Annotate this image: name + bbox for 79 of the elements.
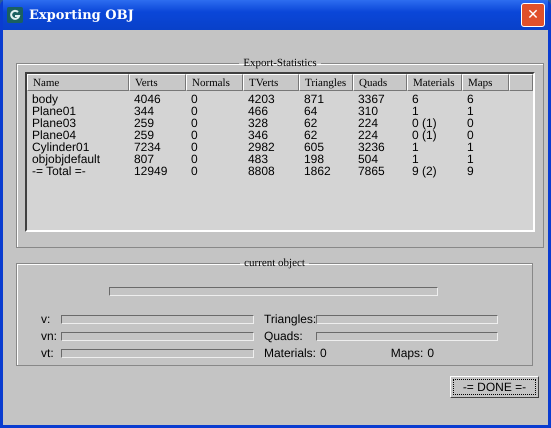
- table-cell-text: 0 (1): [411, 117, 438, 129]
- table-cell-text: 0: [190, 165, 199, 177]
- column-header[interactable]: Normals: [186, 74, 243, 91]
- group-title: Export-Statistics: [242, 57, 318, 69]
- table-cell-text: 7234: [133, 141, 162, 153]
- table-cell-text: 310: [357, 105, 380, 117]
- table-cell-text: 871: [303, 93, 326, 105]
- table-cell-text: Plane03: [31, 117, 78, 129]
- table-cell-text: 1: [411, 153, 420, 165]
- table-cell-text: 2982: [247, 141, 276, 153]
- table-cell-text: 0: [190, 105, 199, 117]
- field-label: vn:: [41, 331, 58, 342]
- table-cell-text: 346: [247, 129, 270, 141]
- column-header[interactable]: Triangles: [299, 74, 353, 91]
- table-cell-text: 344: [133, 105, 156, 117]
- table-cell-text: 0: [190, 93, 199, 105]
- table-cell-text: 259: [133, 117, 156, 129]
- table-cell-text: Cylinder01: [31, 141, 90, 153]
- field-label: v:: [41, 314, 52, 325]
- table-cell-text: 0: [190, 117, 199, 129]
- group-title: current object: [243, 257, 306, 269]
- table-cell-text: 9: [466, 165, 475, 177]
- table-cell-text: 8808: [247, 165, 276, 177]
- table-cell-text: 807: [133, 153, 156, 165]
- table-cell-text: Plane01: [31, 105, 78, 117]
- table-cell-text: 1: [466, 141, 475, 153]
- table-cell-text: 62: [303, 129, 318, 141]
- field-label: vt:: [41, 348, 55, 359]
- field-label: Quads:: [264, 331, 304, 342]
- table-cell-text: 3236: [357, 141, 386, 153]
- table-cell-text: 4046: [133, 93, 162, 105]
- table-cell-text: 0: [466, 117, 475, 129]
- field-value: 0: [320, 348, 327, 359]
- table-cell-text: 64: [303, 105, 318, 117]
- table-cell-text: 1: [466, 105, 475, 117]
- column-header[interactable]: Name: [27, 74, 129, 91]
- table-cell-text: 224: [357, 129, 380, 141]
- window-title: Exporting OBJ: [29, 8, 135, 22]
- table-cell-text: 0 (1): [411, 129, 438, 141]
- column-header[interactable]: TVerts: [243, 74, 299, 91]
- table-cell-text: 9 (2): [411, 165, 438, 177]
- table-cell-text: 1: [411, 141, 420, 153]
- table-cell-text: 1: [466, 153, 475, 165]
- app-icon: [7, 7, 23, 23]
- field-value: 0: [427, 348, 434, 359]
- table-cell-text: 4203: [247, 93, 276, 105]
- table-cell-text: 0: [190, 129, 199, 141]
- column-header[interactable]: Materials: [407, 74, 462, 91]
- table-cell-text: body: [31, 93, 60, 105]
- table-cell-text: Plane04: [31, 129, 78, 141]
- table-cell-text: 259: [133, 129, 156, 141]
- table-cell-text: 0: [190, 141, 199, 153]
- table-cell-text: 3367: [357, 93, 386, 105]
- table-cell-text: 224: [357, 117, 380, 129]
- column-header[interactable]: Quads: [353, 74, 407, 91]
- table-cell-text: 1862: [303, 165, 332, 177]
- table-cell-text: objobjdefault: [31, 153, 102, 165]
- field-label: Triangles:: [264, 314, 316, 325]
- field-label: Maps:: [390, 348, 424, 359]
- table-cell-text: 12949: [133, 165, 168, 177]
- table-cell-text: 483: [247, 153, 270, 165]
- table-cell-text: 0: [466, 129, 475, 141]
- table-cell-text: 7865: [357, 165, 386, 177]
- close-button[interactable]: ✕: [521, 3, 545, 27]
- table-cell-text: 198: [303, 153, 326, 165]
- table-cell-text: 6: [411, 93, 420, 105]
- table-cell-text: 466: [247, 105, 270, 117]
- column-header[interactable]: Verts: [129, 74, 186, 91]
- table-cell-text: 605: [303, 141, 326, 153]
- table-cell-text: 62: [303, 117, 318, 129]
- table-cell-text: 328: [247, 117, 270, 129]
- table-cell-text: 0: [190, 153, 199, 165]
- table-cell-text: 504: [357, 153, 380, 165]
- table-cell-text: 1: [411, 105, 420, 117]
- column-header[interactable]: Maps: [462, 74, 509, 91]
- field-label: Materials:: [264, 348, 316, 359]
- table-cell-text: 6: [466, 93, 475, 105]
- done-button[interactable]: -= DONE =-: [450, 376, 539, 398]
- table-cell-text: -= Total =-: [31, 165, 86, 177]
